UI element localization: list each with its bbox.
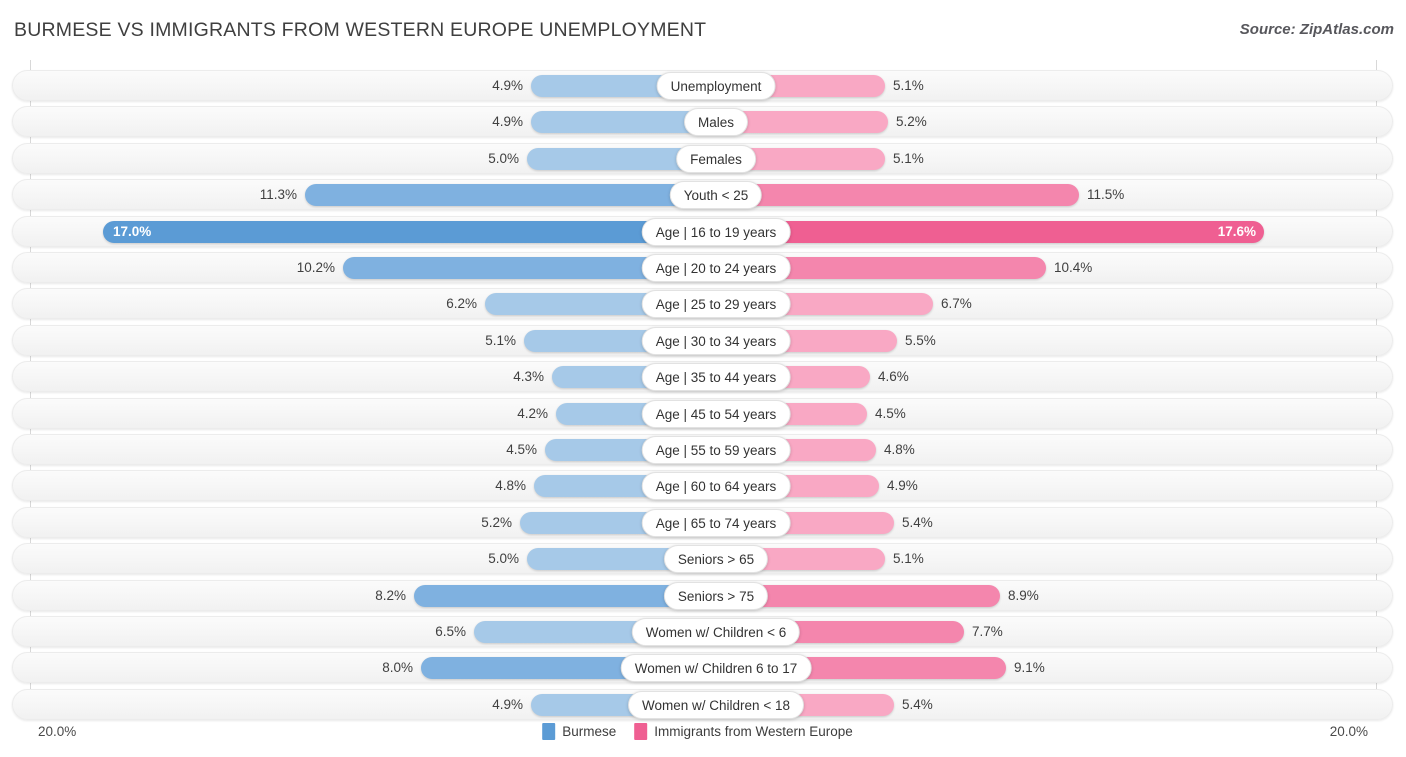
- value-label-right: 5.5%: [905, 326, 975, 356]
- value-label-right: 5.1%: [893, 144, 963, 174]
- value-label-left: 5.0%: [449, 544, 519, 574]
- legend-item[interactable]: Burmese: [542, 723, 616, 740]
- category-label-pill[interactable]: Age | 45 to 54 years: [642, 400, 791, 428]
- table-row[interactable]: 5.2% 5.4% Age | 65 to 74 years: [12, 507, 1393, 538]
- legend-item[interactable]: Immigrants from Western Europe: [634, 723, 853, 740]
- value-label-right: 6.7%: [941, 289, 1011, 319]
- chart-plot-area: 4.9% 5.1% Unemployment 4.9% 5.2% Males 5.0% 5.1…: [0, 60, 1406, 718]
- value-label-left: 5.2%: [442, 508, 512, 538]
- category-label-pill[interactable]: Age | 25 to 29 years: [642, 290, 791, 318]
- category-label-pill[interactable]: Age | 16 to 19 years: [642, 218, 791, 246]
- bar-left-burmese: [414, 585, 704, 607]
- value-label-right: 7.7%: [972, 617, 1042, 647]
- value-label-left: 4.5%: [467, 435, 537, 465]
- chart-legend: Burmese Immigrants from Western Europe: [542, 723, 864, 740]
- table-row[interactable]: 17.0% 17.6% Age | 16 to 19 years: [12, 216, 1393, 247]
- table-row[interactable]: 4.8% 4.9% Age | 60 to 64 years: [12, 470, 1393, 501]
- value-label-right: 5.1%: [893, 71, 963, 101]
- value-label-right: 5.1%: [893, 544, 963, 574]
- value-label-left: 4.8%: [456, 471, 526, 501]
- value-label-right: 8.9%: [1008, 581, 1078, 611]
- table-row[interactable]: 8.0% 9.1% Women w/ Children 6 to 17: [12, 652, 1393, 683]
- value-label-left: 10.2%: [265, 253, 335, 283]
- bar-right-immigrants: [730, 184, 1079, 206]
- table-row[interactable]: 5.0% 5.1% Females: [12, 143, 1393, 174]
- bar-right-immigrants: [730, 585, 1000, 607]
- category-label-pill[interactable]: Age | 60 to 64 years: [642, 472, 791, 500]
- table-row[interactable]: 6.5% 7.7% Women w/ Children < 6: [12, 616, 1393, 647]
- value-label-right: 4.5%: [875, 399, 945, 429]
- bar-left-burmese: [103, 221, 704, 243]
- value-label-right: 4.6%: [878, 362, 948, 392]
- legend-label: Burmese: [562, 724, 616, 739]
- value-label-right: 9.1%: [1014, 653, 1084, 683]
- value-label-right: 5.2%: [896, 107, 966, 137]
- category-label-pill[interactable]: Age | 65 to 74 years: [642, 509, 791, 537]
- table-row[interactable]: 6.2% 6.7% Age | 25 to 29 years: [12, 288, 1393, 319]
- table-row[interactable]: 4.9% 5.1% Unemployment: [12, 70, 1393, 101]
- legend-swatch-icon: [542, 723, 555, 740]
- category-label-pill[interactable]: Youth < 25: [670, 181, 762, 209]
- category-label-pill[interactable]: Women w/ Children < 6: [632, 618, 800, 646]
- value-label-left: 11.3%: [227, 180, 297, 210]
- category-label-pill[interactable]: Age | 20 to 24 years: [642, 254, 791, 282]
- category-label-pill[interactable]: Age | 35 to 44 years: [642, 363, 791, 391]
- table-row[interactable]: 5.1% 5.5% Age | 30 to 34 years: [12, 325, 1393, 356]
- table-row[interactable]: 5.0% 5.1% Seniors > 65: [12, 543, 1393, 574]
- value-label-left: 4.9%: [453, 107, 523, 137]
- value-label-left: 17.0%: [113, 217, 183, 247]
- value-label-left: 4.3%: [474, 362, 544, 392]
- chart-footer: 20.0% 20.0% Burmese Immigrants from Weste…: [0, 716, 1406, 757]
- value-label-left: 8.0%: [343, 653, 413, 683]
- category-label-pill[interactable]: Women w/ Children < 18: [628, 691, 804, 719]
- bar-left-burmese: [305, 184, 704, 206]
- table-row[interactable]: 4.5% 4.8% Age | 55 to 59 years: [12, 434, 1393, 465]
- table-row[interactable]: 4.3% 4.6% Age | 35 to 44 years: [12, 361, 1393, 392]
- value-label-right: 5.4%: [902, 508, 972, 538]
- category-label-pill[interactable]: Seniors > 65: [664, 545, 768, 573]
- page-title: BURMESE VS IMMIGRANTS FROM WESTERN EUROP…: [14, 19, 706, 42]
- value-label-left: 5.1%: [446, 326, 516, 356]
- category-label-pill[interactable]: Age | 55 to 59 years: [642, 436, 791, 464]
- bar-right-immigrants: [730, 111, 888, 133]
- table-row[interactable]: 8.2% 8.9% Seniors > 75: [12, 580, 1393, 611]
- category-label-pill[interactable]: Unemployment: [657, 72, 776, 100]
- axis-tick-right: 20.0%: [1330, 724, 1368, 739]
- value-label-right: 4.8%: [884, 435, 954, 465]
- bar-left-burmese: [531, 111, 704, 133]
- source-attribution: Source: ZipAtlas.com: [1240, 21, 1394, 38]
- value-label-left: 4.2%: [478, 399, 548, 429]
- value-label-left: 8.2%: [336, 581, 406, 611]
- table-row[interactable]: 11.3% 11.5% Youth < 25: [12, 179, 1393, 210]
- bar-right-immigrants: [730, 221, 1264, 243]
- value-label-left: 5.0%: [449, 144, 519, 174]
- legend-swatch-icon: [634, 723, 647, 740]
- value-label-right: 11.5%: [1087, 180, 1157, 210]
- category-label-pill[interactable]: Women w/ Children 6 to 17: [621, 654, 812, 682]
- value-label-right: 10.4%: [1054, 253, 1124, 283]
- value-label-right: 4.9%: [887, 471, 957, 501]
- category-label-pill[interactable]: Age | 30 to 34 years: [642, 327, 791, 355]
- value-label-left: 6.5%: [396, 617, 466, 647]
- value-label-left: 6.2%: [407, 289, 477, 319]
- table-row[interactable]: 10.2% 10.4% Age | 20 to 24 years: [12, 252, 1393, 283]
- category-label-pill[interactable]: Females: [676, 145, 756, 173]
- chart-header: BURMESE VS IMMIGRANTS FROM WESTERN EUROP…: [0, 0, 1406, 58]
- table-row[interactable]: 4.9% 5.2% Males: [12, 106, 1393, 137]
- axis-tick-left: 20.0%: [38, 724, 76, 739]
- value-label-right: 17.6%: [1186, 217, 1256, 247]
- table-row[interactable]: 4.2% 4.5% Age | 45 to 54 years: [12, 398, 1393, 429]
- legend-label: Immigrants from Western Europe: [654, 724, 853, 739]
- category-label-pill[interactable]: Seniors > 75: [664, 582, 768, 610]
- category-label-pill[interactable]: Males: [684, 108, 748, 136]
- value-label-left: 4.9%: [453, 71, 523, 101]
